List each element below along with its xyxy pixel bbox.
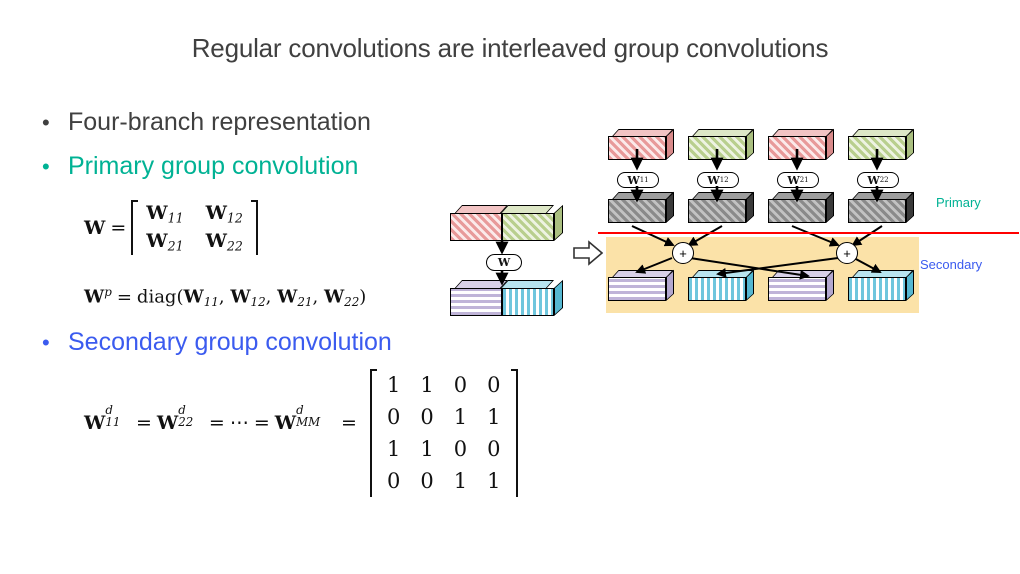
term-script: d 22 (178, 402, 194, 429)
term-base: W (156, 412, 179, 434)
matrix-cell: 0 (387, 469, 401, 493)
matrix-body: 1 1 0 0 0 0 1 1 1 1 0 0 0 0 1 1 (379, 369, 509, 497)
matrix-cell: 0 (487, 437, 501, 461)
bullet-marker: • (42, 154, 50, 179)
bullet-label: Primary group convolution (68, 152, 359, 180)
matrix-cell: 1 (453, 469, 468, 493)
matrix-cell: 0 (420, 405, 434, 429)
formula-function-name: diag (136, 286, 177, 308)
ellipsis: ⋯ (229, 412, 249, 434)
bracket-right-icon (249, 200, 258, 255)
formula-matrix-w: W = W11 W12 W21 W22 (84, 200, 258, 255)
term-base: W (274, 412, 297, 434)
branch-input-box (688, 128, 754, 160)
matrix-cell: 0 (453, 373, 468, 397)
primary-secondary-divider (598, 232, 1019, 234)
bullet-item-secondary-group-convolution: • Secondary group convolution (42, 328, 392, 357)
bullet-label: Secondary group convolution (68, 328, 392, 356)
output-feature-map (450, 279, 563, 316)
matrix-cell: 1 (453, 405, 468, 429)
formula-equals: = (116, 286, 132, 308)
adder-symbol: + (679, 245, 687, 261)
input-feature-map (450, 204, 563, 241)
matrix-binary-4x4: 1 1 0 0 0 0 1 1 1 1 0 0 0 0 1 1 (370, 369, 518, 497)
branch-weight-label: W 22 (857, 172, 899, 188)
matrix-cell: 1 (487, 405, 501, 429)
matrix-cell: 0 (453, 437, 468, 461)
bracket-left-icon (370, 369, 379, 497)
matrix-cell: 0 (420, 469, 434, 493)
matrix-cell: W21 (146, 229, 184, 254)
branch-weight-label: W 11 (617, 172, 659, 188)
branch-input-box (608, 128, 674, 160)
slide-canvas: Regular convolutions are interleaved gro… (0, 0, 1020, 574)
formula-lhs: W (84, 286, 105, 308)
formula-lhs-sup: p (104, 285, 112, 299)
region-label-secondary: Secondary (920, 257, 983, 272)
matrix-cell: W11 (146, 202, 184, 226)
matrix-cell: W22 (205, 229, 243, 254)
branch-input-box (848, 128, 914, 160)
bracket-right-icon (509, 369, 518, 497)
page-title: Regular convolutions are interleaved gro… (191, 33, 829, 63)
matrix-cell: 1 (420, 437, 434, 461)
transform-arrow-icon (573, 240, 604, 266)
diag-arg: W (323, 286, 345, 308)
formula-lhs: W (84, 216, 106, 239)
branch-primary-output-box (768, 191, 834, 223)
matrix-cell: 0 (487, 373, 501, 397)
matrix-cell: 0 (387, 405, 401, 429)
bullet-label: Four-branch representation (68, 108, 371, 136)
matrix-cell: 1 (487, 469, 501, 493)
paren-open: ( (176, 286, 184, 308)
branch-final-output-box (768, 269, 834, 301)
branch-weight-label: W 12 (697, 172, 739, 188)
adder-node: + (836, 242, 858, 264)
term-script: d MM (296, 402, 321, 429)
adder-node: + (672, 242, 694, 264)
formula-diag: Wp = diag(W11, W12, W21, W22) (84, 285, 367, 309)
bracket-left-icon (131, 200, 140, 255)
branch-input-box (768, 128, 834, 160)
branch-primary-output-box (848, 191, 914, 223)
bullet-item-four-branch: • Four-branch representation (42, 108, 371, 137)
diag-arg: W (183, 286, 204, 308)
adder-symbol: + (843, 245, 851, 261)
bullet-marker: • (42, 110, 50, 135)
region-label-primary: Primary (936, 195, 981, 210)
bullet-marker: • (42, 330, 50, 355)
formula-equals: = (110, 216, 127, 239)
matrix-body: W11 W12 W21 W22 (140, 200, 249, 255)
branch-final-output-box (848, 269, 914, 301)
matrix-cell: 1 (387, 373, 401, 397)
paren-close: ) (359, 286, 367, 308)
diag-arg: W (230, 286, 251, 308)
branch-final-output-box (688, 269, 754, 301)
term-script: d 11 (105, 402, 121, 429)
branch-weight-label: W 21 (777, 172, 819, 188)
matrix-cell: W12 (205, 202, 243, 226)
formula-secondary-equalities: Wd 11 = Wd 22 = ⋯ = Wd MM = (84, 402, 357, 434)
branch-final-output-box (608, 269, 674, 301)
branch-primary-output-box (688, 191, 754, 223)
branch-primary-output-box (608, 191, 674, 223)
term-base: W (84, 412, 106, 434)
weight-label-w: W (486, 254, 522, 271)
bullet-item-primary-group-convolution: • Primary group convolution (42, 152, 358, 181)
matrix-cell: 1 (420, 373, 434, 397)
diag-arg: W (277, 286, 298, 308)
matrix-cell: 1 (387, 437, 401, 461)
